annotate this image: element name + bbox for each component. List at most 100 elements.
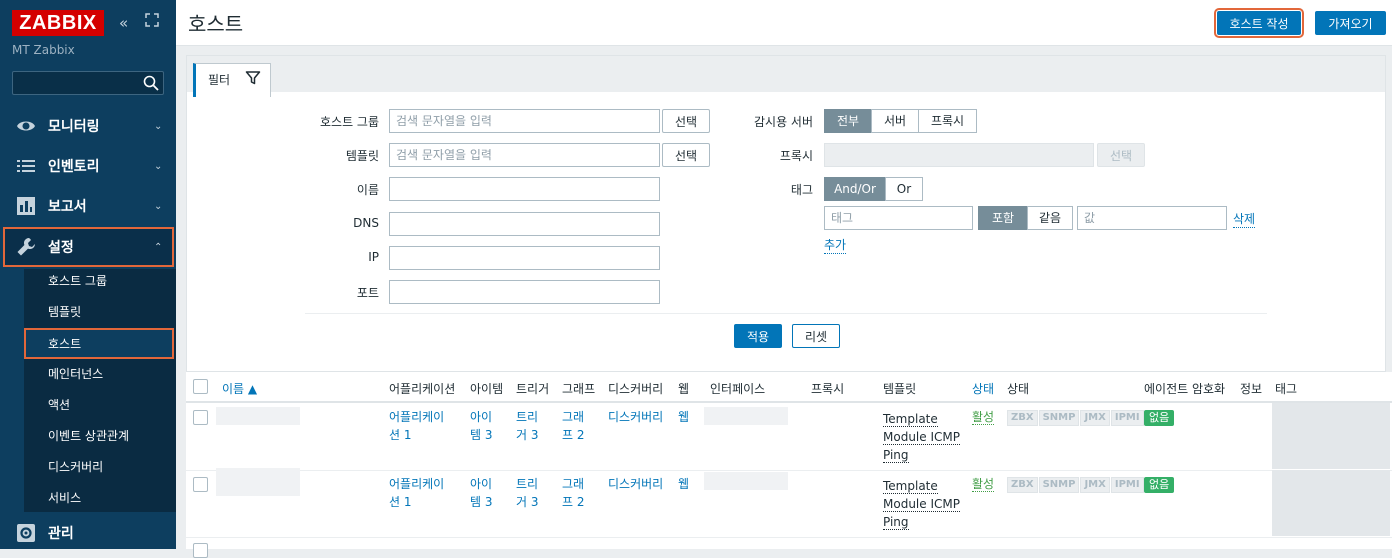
host-name-redacted[interactable] xyxy=(216,468,300,496)
template-link[interactable]: Template Module ICMP Ping xyxy=(883,410,960,464)
row-checkbox[interactable] xyxy=(193,543,208,558)
discovery-link[interactable]: 디스커버리 xyxy=(608,475,663,493)
kiosk-mode-icon[interactable] xyxy=(145,13,159,27)
interface-redacted xyxy=(704,472,788,490)
host-group-input[interactable] xyxy=(389,109,660,133)
discovery-link[interactable]: 디스커버리 xyxy=(608,408,663,426)
column-agent-encryption: 에이전트 암호화 xyxy=(1144,382,1226,396)
host-group-select-button[interactable]: 선택 xyxy=(662,109,710,133)
submenu-actions[interactable]: 액션 xyxy=(24,389,176,420)
create-host-button[interactable]: 호스트 작성 xyxy=(1214,8,1304,38)
filter-divider xyxy=(305,313,1267,314)
tag-operator-equals[interactable]: 같음 xyxy=(1027,206,1073,230)
column-name[interactable]: 이름 ▲ xyxy=(222,380,257,397)
search-icon[interactable] xyxy=(143,75,159,91)
column-web: 웹 xyxy=(678,382,690,396)
column-interface: 인터페이스 xyxy=(710,382,766,396)
filter-panel: 필터 호스트 그룹 선택 템플릿 선택 이름 DNS IP 포트 감시용 서버 … xyxy=(186,55,1386,372)
proxy-input xyxy=(824,143,1094,167)
chevron-down-icon: ⌄ xyxy=(154,200,163,212)
tag-logic-and-or[interactable]: And/Or xyxy=(824,177,886,201)
sidebar-search-input[interactable] xyxy=(13,72,133,94)
graphs-link[interactable]: 그래 프 2 xyxy=(562,475,585,511)
host-name-redacted[interactable] xyxy=(216,407,300,425)
tag-value-input[interactable] xyxy=(1077,206,1227,230)
table-row: 어플리케이 션 1 아이 템 3 트리 거 3 그래 프 2 디스커버리 웹 Templ… xyxy=(186,403,1392,471)
wrench-icon xyxy=(17,237,36,256)
proxy-label: 프록시 xyxy=(779,149,813,163)
monitored-by-server[interactable]: 서버 xyxy=(871,109,919,133)
tag-name-input[interactable] xyxy=(824,206,973,230)
applications-link[interactable]: 어플리케이 션 1 xyxy=(389,475,444,511)
web-link[interactable]: 웹 xyxy=(678,475,689,493)
column-info: 정보 xyxy=(1240,382,1263,396)
row-checkbox[interactable] xyxy=(193,477,208,492)
graphs-link[interactable]: 그래 프 2 xyxy=(562,408,585,444)
jmx-badge: JMX xyxy=(1080,410,1110,426)
table-row xyxy=(186,537,1392,558)
menu-label: 설정 xyxy=(48,240,74,256)
filter-tabbar xyxy=(187,56,1385,92)
host-group-label: 호스트 그룹 xyxy=(319,115,379,129)
column-status[interactable]: 상태 xyxy=(972,380,994,397)
menu-administration[interactable]: 관리 xyxy=(0,513,176,553)
zabbix-logo[interactable]: ZABBIX xyxy=(12,10,104,36)
ip-input[interactable] xyxy=(389,246,660,270)
menu-monitoring[interactable]: 모니터링 ⌄ xyxy=(0,106,176,146)
menu-reports[interactable]: 보고서 ⌄ xyxy=(0,186,176,226)
monitored-by-toggle: 전부 서버 프록시 xyxy=(824,109,977,133)
bar-chart-icon xyxy=(17,197,35,215)
apply-button[interactable]: 적용 xyxy=(734,324,782,348)
row-checkbox[interactable] xyxy=(193,410,208,425)
collapse-sidebar-icon[interactable]: « xyxy=(119,14,128,32)
reset-button[interactable]: 리셋 xyxy=(792,324,840,348)
import-button[interactable]: 가져오기 xyxy=(1315,11,1386,35)
filter-tab[interactable]: 필터 xyxy=(193,63,271,97)
template-select-button[interactable]: 선택 xyxy=(662,143,710,167)
monitored-by-any[interactable]: 전부 xyxy=(824,109,872,133)
triggers-link[interactable]: 트리 거 3 xyxy=(516,475,539,511)
column-availability: 상태 xyxy=(1007,382,1030,396)
items-link[interactable]: 아이 템 3 xyxy=(470,475,493,511)
tag-logic-toggle: And/Or Or xyxy=(824,177,923,201)
submenu-hosts[interactable]: 호스트 xyxy=(24,328,174,359)
snmp-badge: SNMP xyxy=(1038,410,1080,426)
menu-label: 관리 xyxy=(48,526,74,542)
port-input[interactable] xyxy=(389,280,660,304)
status-link[interactable]: 활성 xyxy=(972,475,995,493)
submenu-discovery[interactable]: 디스커버리 xyxy=(24,451,176,482)
submenu-templates[interactable]: 템플릿 xyxy=(24,296,176,327)
dns-input[interactable] xyxy=(389,212,660,236)
web-link[interactable]: 웹 xyxy=(678,408,689,426)
submenu-services[interactable]: 서비스 xyxy=(24,482,176,513)
submenu-maintenance[interactable]: 메인터넌스 xyxy=(24,358,176,389)
monitored-by-proxy[interactable]: 프록시 xyxy=(918,109,977,133)
applications-link[interactable]: 어플리케이 션 1 xyxy=(389,408,444,444)
template-link[interactable]: Template Module ICMP Ping xyxy=(883,477,960,531)
page-title: 호스트 xyxy=(188,12,244,36)
tag-operator-contains[interactable]: 포함 xyxy=(978,206,1028,230)
template-label: 템플릿 xyxy=(345,149,379,163)
items-link[interactable]: 아이 템 3 xyxy=(470,408,493,444)
submenu-event-correlation[interactable]: 이벤트 상관관계 xyxy=(24,420,176,451)
column-graphs: 그래프 xyxy=(562,382,596,396)
remove-tag-link[interactable]: 삭제 xyxy=(1233,210,1256,228)
menu-configuration[interactable]: 설정 ⌃ xyxy=(3,227,174,267)
monitored-by-label: 감시용 서버 xyxy=(753,115,813,129)
encryption-badge: 없음 xyxy=(1144,477,1175,493)
filter-icon xyxy=(245,71,261,85)
name-input[interactable] xyxy=(389,177,660,201)
submenu-host-groups[interactable]: 호스트 그룹 xyxy=(24,265,176,296)
add-tag-link[interactable]: 추가 xyxy=(824,236,847,254)
select-all-checkbox[interactable] xyxy=(193,379,208,394)
interface-redacted xyxy=(704,407,788,425)
table-row: 어플리케이 션 1 아이 템 3 트리 거 3 그래 프 2 디스커버리 웹 Templ… xyxy=(186,468,1392,538)
triggers-link[interactable]: 트리 거 3 xyxy=(516,408,539,444)
tag-operator-toggle: 포함 같음 xyxy=(978,206,1073,230)
tag-logic-or[interactable]: Or xyxy=(885,177,923,201)
column-tags: 태그 xyxy=(1275,382,1298,396)
status-link[interactable]: 활성 xyxy=(972,408,995,426)
template-input[interactable] xyxy=(389,143,660,167)
menu-inventory[interactable]: 인벤토리 ⌄ xyxy=(0,146,176,186)
chevron-up-icon: ⌃ xyxy=(154,241,163,253)
